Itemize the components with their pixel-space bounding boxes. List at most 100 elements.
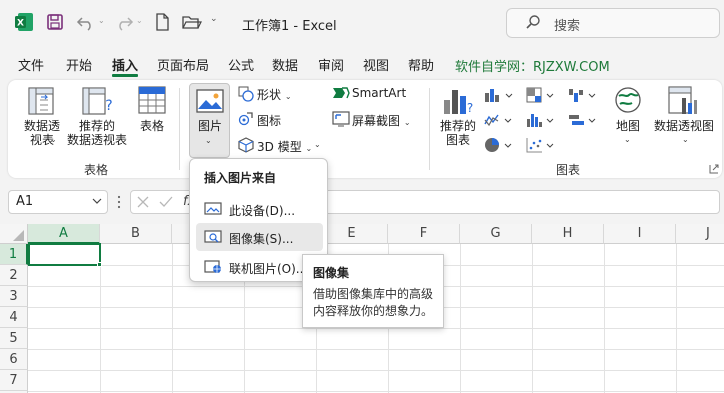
waterfall-chart-icon[interactable] [568,87,598,103]
charts-dialog-launcher-icon[interactable] [709,164,719,174]
pivot-chart-button[interactable]: 数据透视图 [650,119,718,133]
row-header-1[interactable]: 1 [0,244,28,265]
table-button[interactable]: 表格 [132,119,172,133]
this-device-label: 此设备(D)... [229,204,296,218]
active-cell-a1[interactable] [28,243,101,266]
3d-models-icon [238,137,254,153]
illustrations-more-dropdown-icon[interactable]: ⌄ [314,140,321,149]
smartart-button[interactable]: SmartArt [352,86,406,100]
combo-chart-icon[interactable] [568,112,598,128]
promo-text: 软件自学网：RJZXW.COM [455,60,610,75]
icons-button[interactable]: 图标 [257,112,281,129]
excel-logo-icon: X [14,12,34,32]
tooltip-body: 借助图像集库中的高级 内容释放你的想象力。 [313,287,434,318]
menu-header: 插入图片来自 [204,171,277,185]
this-device-icon [204,202,222,216]
row-header[interactable]: 4 [0,307,28,328]
select-all-corner[interactable] [0,224,28,244]
column-header[interactable]: H [532,224,604,244]
group-charts-label: 图表 [556,163,581,177]
column-header[interactable]: J [676,224,724,244]
stock-images-label: 图像集(S)... [229,232,294,246]
fill-handle[interactable] [97,262,102,267]
tab-formulas[interactable]: 公式 [228,55,254,74]
recommended-charts-button[interactable]: 推荐的 图表 [436,119,480,147]
gridline [28,349,724,350]
formula-bar-more-icon[interactable] [116,194,122,210]
customize-quick-access-icon[interactable]: ⌄ [210,14,218,24]
online-pictures-label: 联机图片(O)... [229,262,308,276]
tooltip-title: 图像集 [313,266,350,280]
gridline [28,391,724,392]
column-header-a[interactable]: A [28,224,100,244]
online-pictures-icon [204,260,222,274]
shapes-label: 形状 [257,88,282,102]
redo-icon[interactable] [114,13,134,31]
pictures-icon [196,89,224,113]
tab-review[interactable]: 审阅 [318,55,344,74]
menu-item-stock-images[interactable]: 图像集(S)... [196,223,323,251]
name-box-dropdown-icon[interactable] [92,196,102,206]
row-header[interactable]: 5 [0,328,28,349]
save-icon[interactable] [46,13,64,31]
row-header[interactable]: 2 [0,265,28,286]
cancel-formula-icon[interactable] [137,196,149,208]
tab-insert[interactable]: 插入 [112,55,138,74]
shapes-button[interactable]: 形状 ⌄ [257,86,292,103]
row-header[interactable]: 6 [0,349,28,370]
smartart-icon [332,86,350,100]
new-file-icon[interactable] [154,13,170,31]
pivot-chart-dropdown-icon[interactable]: ⌄ [682,135,689,144]
tab-help[interactable]: 帮助 [408,55,434,74]
tab-data[interactable]: 数据 [272,55,298,74]
hierarchy-chart-icon[interactable] [526,87,556,103]
gridline [532,244,533,393]
group-tables-label: 表格 [84,163,109,177]
column-header[interactable]: F [388,224,460,244]
tab-file[interactable]: 文件 [18,55,44,74]
undo-dropdown-icon[interactable]: ⌄ [98,16,105,25]
table-icon [138,86,166,114]
scatter-chart-icon[interactable] [526,137,556,153]
active-tab-indicator [112,74,138,77]
redo-dropdown-icon[interactable]: ⌄ [136,16,143,25]
column-header[interactable]: I [604,224,676,244]
screenshot-label: 屏幕截图 [352,114,401,128]
menu-item-this-device[interactable]: 此设备(D)... [196,195,323,223]
tab-view[interactable]: 视图 [363,55,389,74]
3d-models-label: 3D 模型 [257,140,302,154]
maps-button[interactable]: 地图 [608,119,648,133]
screenshot-icon [332,111,350,127]
maps-dropdown-icon[interactable]: ⌄ [624,135,631,144]
gridline [604,244,605,393]
pie-chart-icon[interactable] [484,137,514,153]
3d-models-button[interactable]: 3D 模型 ⌄ [257,138,312,155]
gridline [676,244,677,393]
map-chart-icon [614,86,642,114]
recommended-charts-icon: ? [442,86,474,116]
svg-text:X: X [17,19,24,29]
icons-icon [238,111,254,127]
undo-icon[interactable] [76,13,96,31]
screenshot-button[interactable]: 屏幕截图 ⌄ [352,112,411,129]
recommended-pivot-button[interactable]: 推荐的 数据透视表 [64,119,130,147]
tab-page-layout[interactable]: 页面布局 [157,55,209,74]
enter-formula-icon[interactable] [159,196,173,208]
pivot-table-dropdown-icon[interactable]: ⌄ [50,135,57,144]
pictures-dropdown-icon: ⌄ [205,136,212,145]
search-placeholder: 搜索 [554,19,581,34]
pivot-table-button[interactable]: 数据透 视表 [14,119,70,147]
column-header[interactable]: B [100,224,172,244]
statistic-chart-icon[interactable] [526,112,556,128]
shapes-dropdown-icon: ⌄ [284,92,292,101]
line-chart-icon[interactable] [484,112,514,128]
column-chart-icon[interactable] [484,87,514,103]
tab-home[interactable]: 开始 [66,55,92,74]
row-header[interactable]: 7 [0,370,28,391]
ribbon-separator [429,88,430,170]
recommended-pivot-icon: ? [82,86,114,116]
column-header[interactable]: G [460,224,532,244]
open-folder-icon[interactable] [182,14,202,30]
screenshot-dropdown-icon: ⌄ [403,118,411,127]
row-header[interactable]: 3 [0,286,28,307]
